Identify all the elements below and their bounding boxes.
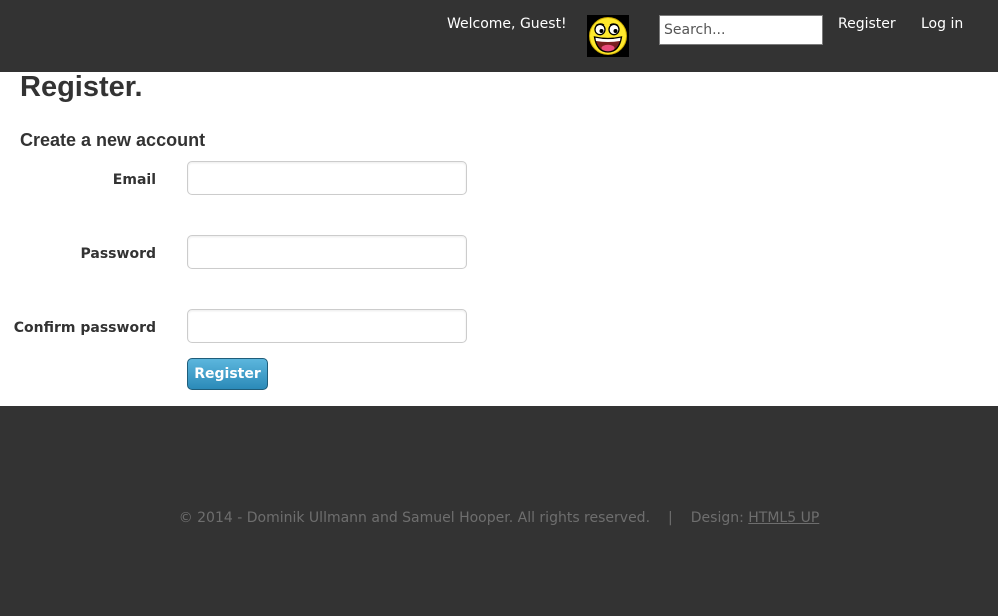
email-label: Email xyxy=(112,172,156,188)
top-bar: Welcome, Guest! Register Log in xyxy=(0,0,998,72)
nav-login-link[interactable]: Log in xyxy=(921,16,963,32)
design-credit-label: Design: xyxy=(690,510,744,526)
awesome-smiley-face-icon xyxy=(589,17,627,55)
email-field[interactable] xyxy=(187,161,467,195)
footer-text: © 2014 - Dominik Ullmann and Samuel Hoop… xyxy=(0,510,998,526)
avatar[interactable] xyxy=(587,15,629,57)
confirm-password-field[interactable] xyxy=(187,309,467,343)
footer: © 2014 - Dominik Ullmann and Samuel Hoop… xyxy=(0,406,998,616)
design-credit-link[interactable]: HTML5 UP xyxy=(748,510,819,526)
page-title: Register. xyxy=(20,71,143,103)
register-submit-button[interactable]: Register xyxy=(187,358,268,390)
copyright-text: © 2014 - Dominik Ullmann and Samuel Hoop… xyxy=(178,510,651,526)
confirm-password-label: Confirm password xyxy=(13,320,156,336)
nav-register-link[interactable]: Register xyxy=(838,16,896,32)
password-label: Password xyxy=(80,246,156,262)
password-field[interactable] xyxy=(187,235,467,269)
search-input[interactable] xyxy=(659,15,823,45)
footer-separator: | xyxy=(668,510,673,526)
welcome-text: Welcome, Guest! xyxy=(447,16,567,32)
main-content: Register. Create a new account Email Pas… xyxy=(0,72,998,406)
form-subtitle: Create a new account xyxy=(20,130,206,150)
